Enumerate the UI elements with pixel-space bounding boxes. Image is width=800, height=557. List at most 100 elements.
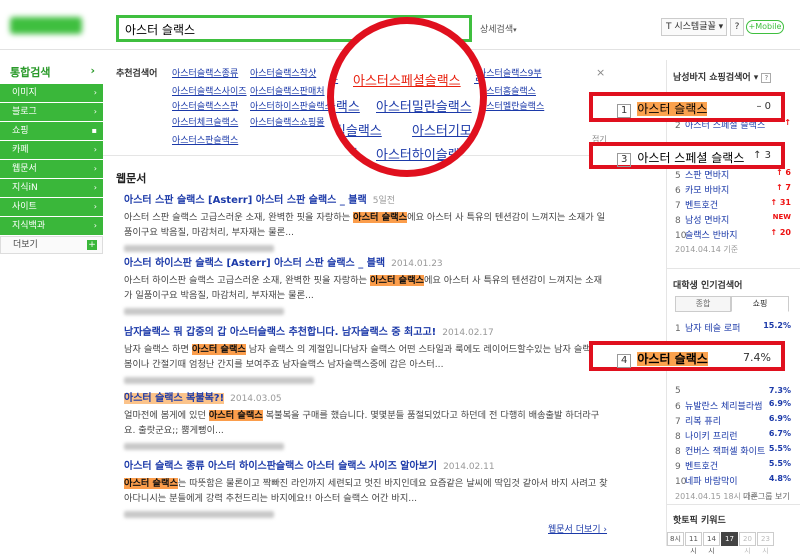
rank-text: 네파 바람막이 bbox=[685, 477, 738, 487]
suggest-keyword[interactable]: 아스터슬랙스쇼핑몰 bbox=[250, 115, 325, 128]
uni-rank-item[interactable]: 1 남자 테슬 로퍼 15.2% bbox=[675, 321, 795, 334]
suggest-label: 추천검색어 bbox=[116, 69, 158, 79]
nav-integrated-search[interactable]: 통합검색 › bbox=[0, 60, 103, 84]
rank-number: 8 bbox=[675, 432, 681, 442]
magnified-keyword[interactable]: 터슬림슬랙스 bbox=[334, 120, 382, 139]
tab-overall[interactable]: 종합 bbox=[675, 296, 731, 312]
result-title-link[interactable]: 아스터 하이스판 슬랙스 [Asterr] 아스터 스판 슬랙스 _ 블랙 bbox=[124, 258, 385, 269]
uni-rank-item[interactable]: 10네파 바람막이 4.8% bbox=[675, 474, 795, 487]
result-title-link[interactable]: 아스터 스판 슬랙스 [Asterr] 아스터 스판 슬랙스 _ 블랙 bbox=[124, 195, 367, 206]
suggest-keyword[interactable]: 아스터슬랙스9부 bbox=[478, 66, 542, 79]
magnified-keyword[interactable]: 바지 bbox=[334, 144, 358, 163]
tab-shopping[interactable]: 쇼핑 bbox=[731, 296, 789, 312]
result-title-link[interactable]: 아스터 슬랙스 복불복?! bbox=[124, 393, 225, 404]
shop-rank-item[interactable]: 7 벤트호건 ↑ 31 bbox=[675, 198, 795, 211]
result-snippet: 얼마전에 봄게에 있던 아스터 슬랙스 복불복을 구매를 했습니다. 몇몇분들 … bbox=[124, 408, 610, 438]
nav-item-webdocs[interactable]: 웹문서 › bbox=[0, 160, 103, 178]
result-title-link[interactable]: 아스터 슬랙스 종류 아스터 하이스판슬랙스 아스터 슬랙스 사이즈 알아보기 bbox=[124, 461, 437, 472]
rank-text: 남자 테슬 로퍼 bbox=[685, 324, 741, 334]
hour-button[interactable]: 11시 bbox=[685, 532, 702, 555]
shop-rank-item[interactable]: 10슬랙스 반바지 ↑ 20 bbox=[675, 228, 795, 241]
help-button[interactable]: ? bbox=[730, 18, 744, 36]
suggest-keyword[interactable]: 아스터슬랙스스판 bbox=[172, 99, 238, 112]
shopping-keywords-title[interactable]: 남성바지 쇼핑검색어 ▾? bbox=[673, 70, 772, 83]
callout-uni-rank-4: 4 아스터 슬랙스 7.4% bbox=[589, 341, 785, 371]
naver-logo[interactable] bbox=[10, 17, 82, 34]
hour-button[interactable]: 14시 bbox=[703, 532, 720, 555]
callout-change: ↑ 3 bbox=[753, 150, 771, 161]
rank-text: 아스터 스페셜 슬랙스 bbox=[685, 121, 766, 131]
shop-rank-item[interactable]: 8 남성 면바지 NEW bbox=[675, 213, 795, 226]
nav-more-button[interactable]: 더보기 + bbox=[0, 236, 103, 254]
shop-rank-item[interactable]: 5 스판 면바지 ↑ 6 bbox=[675, 168, 795, 181]
nav-label: 이미지 bbox=[12, 88, 37, 98]
callout-rank-number: 3 bbox=[617, 153, 632, 167]
left-nav: 통합검색 › 이미지 › 블로그 › 쇼핑 ▪ 카페 › 웹문서 › 지식iN › 사이트 ›… bbox=[0, 60, 103, 254]
nav-item-encyclopedia[interactable]: 지식백과 › bbox=[0, 217, 103, 235]
suggest-keyword[interactable]: 아스터슬랙스판매처 bbox=[250, 84, 325, 97]
nav-item-images[interactable]: 이미지 › bbox=[0, 84, 103, 102]
magnified-keyword[interactable]: 터슬랙스 bbox=[334, 96, 360, 115]
close-icon[interactable]: × bbox=[596, 66, 605, 79]
suggest-keyword[interactable]: 아스터슬랙스사이즈 bbox=[172, 84, 247, 97]
plus-icon: + bbox=[87, 240, 97, 250]
uni-rank-item[interactable]: 8 컨버스 잭퍼셀 화이트 5.5% bbox=[675, 444, 795, 457]
result-date: 5일전 bbox=[372, 196, 396, 206]
nav-item-blog[interactable]: 블로그 › bbox=[0, 103, 103, 121]
result-source-blurred bbox=[124, 510, 610, 521]
hot-topic-title: 핫토픽 키워드 bbox=[673, 516, 726, 526]
hour-button-selected[interactable]: 17시 bbox=[721, 532, 738, 555]
callout-rank-number: 4 bbox=[617, 354, 632, 368]
uni-rank-item[interactable]: 7 리복 퓨리 6.9% bbox=[675, 414, 795, 427]
help-icon[interactable]: ? bbox=[761, 73, 772, 83]
rank-number: 5 bbox=[675, 171, 681, 181]
other-group-link[interactable]: 다른그룹 보기 bbox=[743, 491, 790, 502]
suggest-keyword[interactable]: 아스터슬랙스착샷 bbox=[250, 66, 316, 79]
shop-rank-item[interactable]: 6 카모 바바지 ↑ 7 bbox=[675, 183, 795, 196]
font-select-button[interactable]: T 시스템글꼴 ▾ bbox=[661, 18, 727, 36]
suggest-keyword[interactable]: 아스터멜란슬랙스 bbox=[478, 99, 544, 112]
rank-text: 뉴발란스 체리블라썸 bbox=[685, 402, 763, 412]
suggest-keyword[interactable]: 아스터스판슬랙스 bbox=[172, 133, 238, 146]
uni-rank-item[interactable]: 6 뉴발란스 체리블라썸 6.9% bbox=[675, 399, 795, 412]
rank-number: 2 bbox=[675, 121, 681, 131]
chevron-right-icon: › bbox=[93, 164, 97, 173]
nav-label: 웹문서 bbox=[12, 164, 37, 174]
cart-icon: ▪ bbox=[91, 126, 97, 135]
magnified-keyword[interactable]: 아스터하이슬랙스 bbox=[376, 144, 472, 163]
hour-button[interactable]: 8시 bbox=[667, 532, 684, 546]
rank-text: 벤트호건 bbox=[685, 462, 719, 472]
nav-item-shopping[interactable]: 쇼핑 ▪ bbox=[0, 122, 103, 140]
snippet-highlight: 아스터 슬랙스 bbox=[353, 212, 408, 223]
snippet-highlight: 아스터 슬랙스 bbox=[124, 478, 178, 489]
uni-rank-item[interactable]: 5 7.3% bbox=[675, 386, 795, 399]
magnified-fragment: ㄹ bbox=[474, 72, 485, 85]
rank-change: ↑ 6 bbox=[775, 168, 791, 177]
nav-item-cafe[interactable]: 카페 › bbox=[0, 141, 103, 159]
magnifier-callout: 부 아스터스페셜슬랙스 ㄹ 터슬랙스 아스터밀란슬랙스 터슬림슬랙스 아스터기모… bbox=[327, 17, 487, 177]
rank-percent: 4.8% bbox=[768, 474, 791, 483]
mobile-button[interactable]: +Mobile bbox=[746, 20, 784, 34]
callout-keyword: 아스터 슬랙스 bbox=[637, 102, 708, 116]
hour-button[interactable]: 20시 bbox=[739, 532, 756, 555]
nav-label: 지식백과 bbox=[12, 221, 46, 231]
nav-item-site[interactable]: 사이트 › bbox=[0, 198, 103, 216]
rank-text: 나이키 프리런 bbox=[685, 432, 738, 442]
magnified-keyword[interactable]: 아스터기모슬 bbox=[412, 120, 480, 139]
magnified-keyword[interactable]: 아스터밀란슬랙스 bbox=[376, 96, 472, 115]
result-title-link[interactable]: 남자슬랙스 뭐 갑중의 갑 아스터슬랙스 추천합니다. 남자슬랙스 중 최고고! bbox=[124, 327, 436, 338]
hour-button[interactable]: 23시 bbox=[757, 532, 774, 555]
detail-search-button[interactable]: 상세검색▾ bbox=[480, 22, 517, 35]
rank-text: 벤트호건 bbox=[685, 201, 719, 211]
suggest-keyword[interactable]: 아스터하이스판슬랙스 bbox=[250, 99, 333, 112]
uni-rank-item[interactable]: 9 벤트호건 5.5% bbox=[675, 459, 795, 472]
magnified-keyword[interactable]: 아스터스페셜슬랙스 bbox=[353, 70, 461, 89]
chevron-right-icon: › bbox=[93, 145, 97, 154]
uni-rank-item[interactable]: 8 나이키 프리런 6.7% bbox=[675, 429, 795, 442]
rank-text: 컨버스 잭퍼셀 화이트 bbox=[685, 447, 766, 457]
suggest-keyword[interactable]: 아스터슬랙스종류 bbox=[172, 66, 238, 79]
snippet-text: 아스터 하이스판 슬랙스 고급스러운 소재, 완벽한 핏을 자랑하는 bbox=[124, 275, 371, 286]
webdocs-more-link[interactable]: 웹문서 더보기 › bbox=[548, 522, 607, 535]
nav-item-kin[interactable]: 지식iN › bbox=[0, 179, 103, 197]
suggest-keyword[interactable]: 아스터체크슬랙스 bbox=[172, 115, 238, 128]
